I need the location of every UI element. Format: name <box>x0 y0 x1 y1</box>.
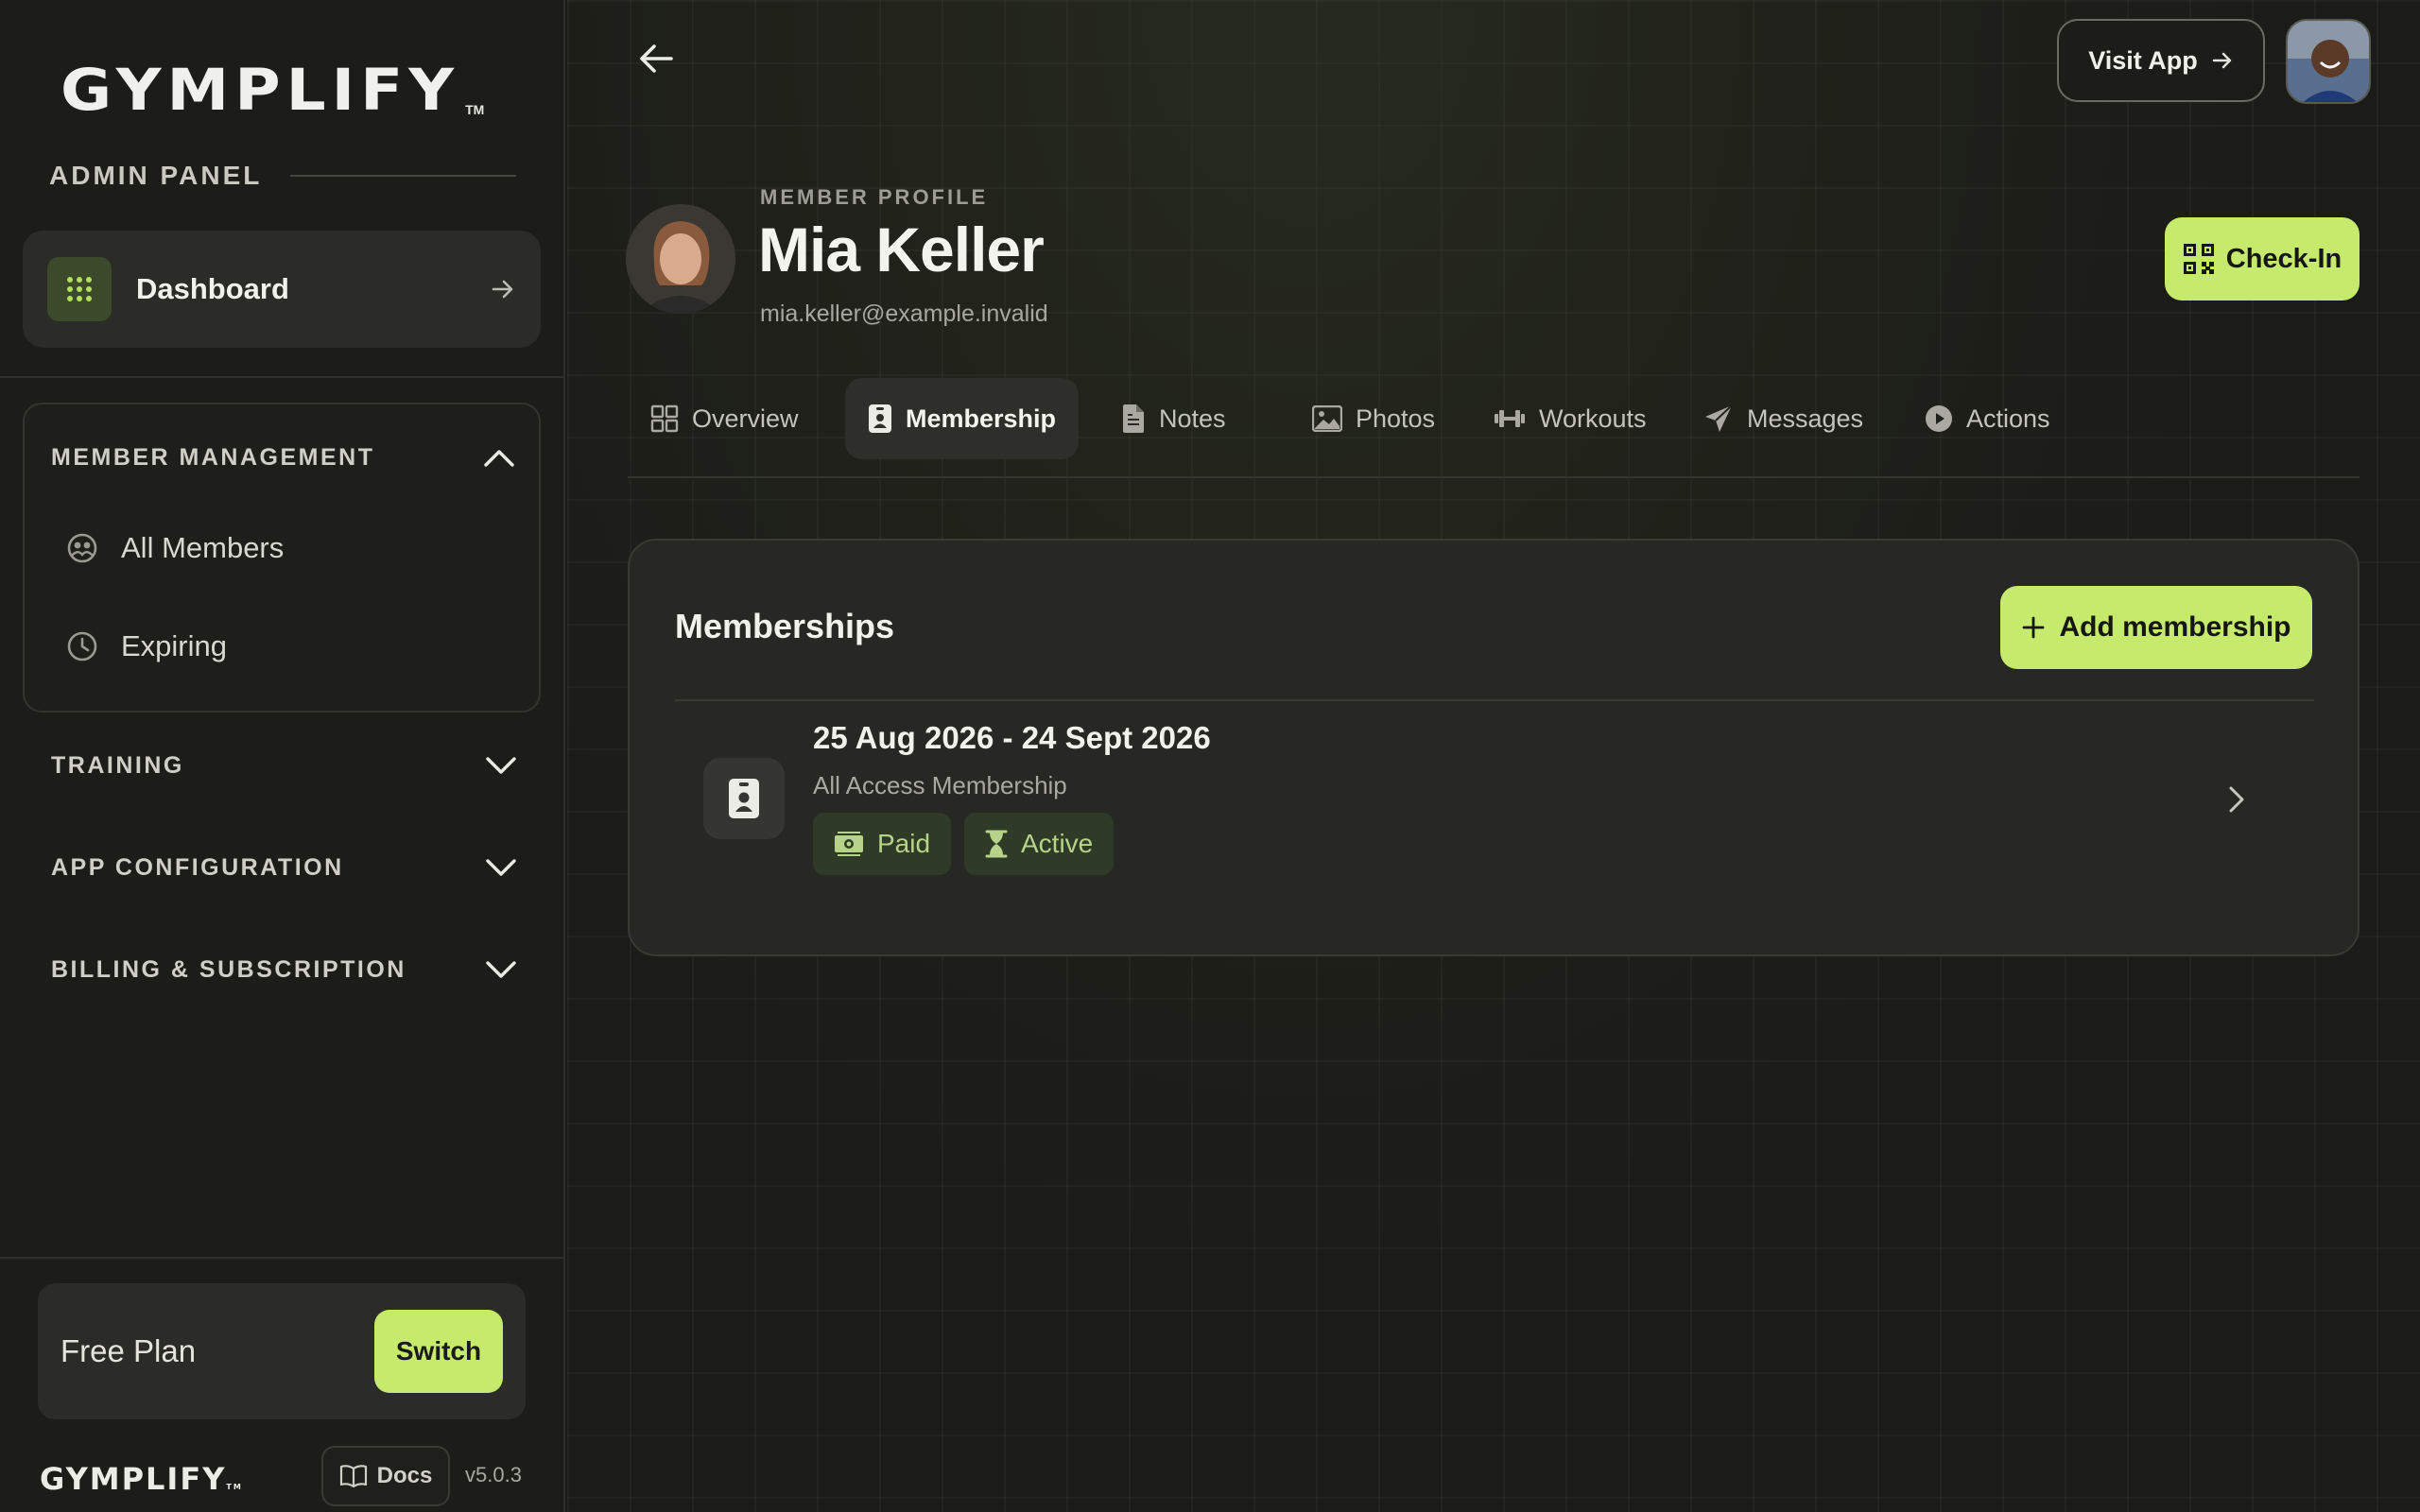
book-icon <box>339 1465 367 1488</box>
payment-status-badge: Paid <box>813 813 952 875</box>
cash-icon <box>835 832 863 856</box>
plan-card: Free Plan Switch <box>38 1283 526 1419</box>
membership-status-badge: Active <box>964 813 1115 875</box>
hourglass-icon <box>985 830 1008 858</box>
plus-icon <box>2023 616 2045 639</box>
user-avatar[interactable] <box>2286 19 2371 104</box>
send-icon <box>1705 404 1733 432</box>
membership-type: All Access Membership <box>813 771 1067 799</box>
section-title: BILLING & SUBSCRIPTION <box>51 955 406 983</box>
member-management-title: MEMBER MANAGEMENT <box>51 443 375 471</box>
sidebar-section-billing[interactable]: BILLING & SUBSCRIPTION <box>51 949 518 990</box>
avatar-photo <box>2288 21 2369 102</box>
visit-app-button[interactable]: Visit App <box>2057 19 2265 102</box>
membership-dates: 25 Aug 2026 - 24 Sept 2026 <box>813 720 1211 755</box>
memberships-title: Memberships <box>675 607 895 645</box>
switch-plan-button[interactable]: Switch <box>374 1310 503 1393</box>
memberships-card: Memberships Add membership 25 Aug 2026 -… <box>628 539 2360 956</box>
tab-label: Actions <box>1966 404 2050 433</box>
dashboard-grid-icon <box>47 257 112 321</box>
chevron-right-icon[interactable] <box>2220 779 2254 820</box>
tab-photos[interactable]: Photos <box>1289 378 1458 459</box>
sidebar-divider <box>0 376 563 378</box>
sidebar-section-training[interactable]: TRAINING <box>51 745 518 786</box>
dashboard-link[interactable]: Dashboard <box>23 231 541 348</box>
tab-label: Photos <box>1356 404 1436 433</box>
sidebar-item-label: Expiring <box>121 629 227 662</box>
member-management-toggle[interactable]: MEMBER MANAGEMENT <box>51 438 516 476</box>
membership-id-badge-icon <box>703 758 785 839</box>
arrow-right-icon <box>2212 52 2231 69</box>
sidebar: GYMPLIFY TM ADMIN PANEL Dashboard MEMBER… <box>0 0 565 1512</box>
member-photo <box>626 204 735 314</box>
sidebar-item-all-members[interactable]: All Members <box>66 520 284 576</box>
tab-label: Notes <box>1159 404 1226 433</box>
docs-label: Docs <box>376 1463 433 1488</box>
admin-panel-divider <box>290 175 516 177</box>
section-title: TRAINING <box>51 751 184 779</box>
plan-label: Free Plan <box>60 1333 197 1368</box>
document-icon <box>1123 404 1144 433</box>
section-title: APP CONFIGURATION <box>51 853 344 881</box>
tab-messages[interactable]: Messages <box>1681 378 1886 459</box>
member-email: mia.keller@example.invalid <box>760 301 1048 327</box>
sidebar-item-label: All Members <box>121 531 285 564</box>
logo-trademark: TM <box>465 102 485 117</box>
footer-logo: GYMPLIFYTM <box>40 1461 243 1497</box>
tab-workouts[interactable]: Workouts <box>1471 378 1669 459</box>
admin-panel-heading: ADMIN PANEL <box>49 157 516 195</box>
gymplify-logo[interactable]: GYMPLIFY TM <box>60 53 505 119</box>
footer-logo-trademark: TM <box>226 1483 243 1491</box>
tab-overview[interactable]: Overview <box>628 378 821 459</box>
tab-notes[interactable]: Notes <box>1098 378 1249 459</box>
main-content: Visit App MEMBER PROFILE Mia Keller mia.… <box>567 0 2420 1512</box>
image-icon <box>1312 405 1342 432</box>
member-avatar <box>626 204 735 314</box>
arrow-right-icon <box>492 280 513 299</box>
membership-status-label: Active <box>1021 829 1094 858</box>
grid-icon <box>650 404 679 433</box>
sidebar-item-expiring[interactable]: Expiring <box>66 618 227 675</box>
check-in-button[interactable]: Check-In <box>2165 217 2360 301</box>
dumbbell-icon <box>1495 410 1525 427</box>
tab-actions[interactable]: Actions <box>1902 378 2073 459</box>
version-label: v5.0.3 <box>465 1463 522 1486</box>
member-management-group: MEMBER MANAGEMENT All Members Expiring <box>23 403 541 713</box>
users-icon <box>67 533 97 563</box>
add-membership-label: Add membership <box>2059 611 2291 643</box>
tab-label: Membership <box>906 404 1057 433</box>
profile-tabs: Overview Membership Notes Photos Workout… <box>628 376 2360 478</box>
tab-label: Workouts <box>1539 404 1647 433</box>
logo-text: GYMPLIFY <box>60 56 460 124</box>
qr-code-icon <box>2183 244 2214 274</box>
add-membership-button[interactable]: Add membership <box>2000 586 2312 669</box>
tab-label: Overview <box>692 404 799 433</box>
visit-app-label: Visit App <box>2088 45 2198 75</box>
play-circle-icon <box>1926 405 1952 432</box>
clock-icon <box>67 631 97 662</box>
docs-button[interactable]: Docs <box>321 1446 450 1506</box>
chevron-down-icon <box>486 859 516 876</box>
sidebar-bottom-divider <box>0 1257 563 1259</box>
card-divider <box>675 699 2314 701</box>
tab-label: Messages <box>1747 404 1864 433</box>
membership-row[interactable]: 25 Aug 2026 - 24 Sept 2026 All Access Me… <box>675 703 2314 911</box>
profile-eyebrow: MEMBER PROFILE <box>760 185 989 209</box>
check-in-label: Check-In <box>2225 243 2342 274</box>
chevron-down-icon <box>486 757 516 774</box>
sidebar-section-app-configuration[interactable]: APP CONFIGURATION <box>51 847 518 888</box>
member-name: Mia Keller <box>758 215 1045 284</box>
chevron-down-icon <box>486 961 516 978</box>
back-arrow-icon[interactable] <box>635 38 677 79</box>
tab-membership[interactable]: Membership <box>845 378 1080 459</box>
id-badge-icon <box>869 404 891 433</box>
admin-panel-label: ADMIN PANEL <box>49 161 263 190</box>
footer-logo-text: GYMPLIFY <box>40 1461 227 1497</box>
chevron-up-icon <box>484 450 514 467</box>
dashboard-label: Dashboard <box>136 272 289 305</box>
payment-status-label: Paid <box>877 829 931 858</box>
